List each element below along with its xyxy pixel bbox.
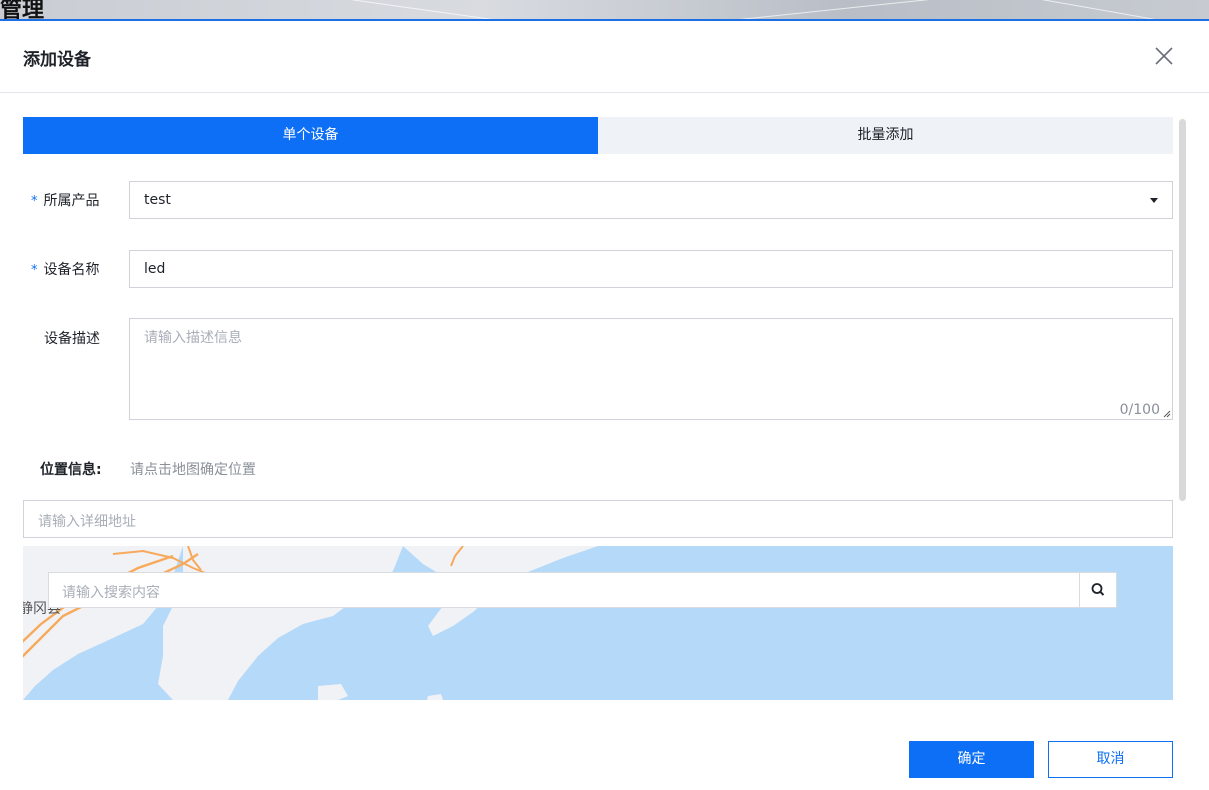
close-icon[interactable]	[1154, 46, 1174, 66]
tab-single-device[interactable]: 单个设备	[23, 117, 598, 154]
resize-handle-icon[interactable]	[1163, 410, 1171, 418]
caret-down-icon	[1150, 198, 1158, 203]
description-textarea[interactable]: 请输入描述信息 0/100	[129, 318, 1173, 420]
product-select-value: test	[144, 192, 171, 208]
dialog-title: 添加设备	[23, 50, 91, 70]
add-mode-tabs: 单个设备 批量添加	[23, 117, 1173, 154]
background-page-title: 管理	[0, 0, 45, 20]
description-label: 设备描述	[44, 331, 100, 347]
address-input[interactable]: 请输入详细地址	[23, 500, 1173, 538]
product-select[interactable]: test	[129, 181, 1173, 219]
map-land-layer	[23, 546, 598, 700]
required-mark: *	[31, 194, 38, 209]
cancel-button[interactable]: 取消	[1048, 741, 1173, 778]
background-page-strip: 管理	[0, 0, 1209, 20]
location-map[interactable]: 静冈县 请输入搜索内容	[23, 546, 1173, 700]
product-label-text: 所属产品	[43, 193, 100, 209]
device-name-label: * 设备名称	[31, 259, 100, 279]
add-device-dialog: 添加设备 单个设备 批量添加 * 所属产品 test * 设备名称 led 设备描述…	[0, 19, 1209, 790]
description-placeholder: 请输入描述信息	[144, 330, 242, 346]
dialog-scrollbar[interactable]	[1179, 119, 1186, 501]
description-char-counter: 0/100	[1119, 402, 1160, 418]
device-name-label-text: 设备名称	[43, 262, 100, 278]
map-search-box[interactable]: 请输入搜索内容	[48, 572, 1117, 608]
device-name-value: led	[144, 261, 166, 277]
location-label: 位置信息:	[40, 462, 102, 478]
product-label: * 所属产品	[31, 190, 100, 210]
required-mark: *	[31, 263, 38, 278]
device-name-input[interactable]: led	[129, 250, 1173, 288]
location-hint: 请点击地图确定位置	[130, 462, 256, 478]
map-search-placeholder: 请输入搜索内容	[62, 585, 160, 601]
map-search-button[interactable]	[1079, 573, 1116, 607]
dialog-header: 添加设备	[0, 21, 1209, 93]
search-icon	[1091, 583, 1105, 596]
address-placeholder: 请输入详细地址	[38, 514, 136, 530]
tab-batch-add[interactable]: 批量添加	[598, 117, 1173, 154]
confirm-button[interactable]: 确定	[909, 741, 1034, 778]
